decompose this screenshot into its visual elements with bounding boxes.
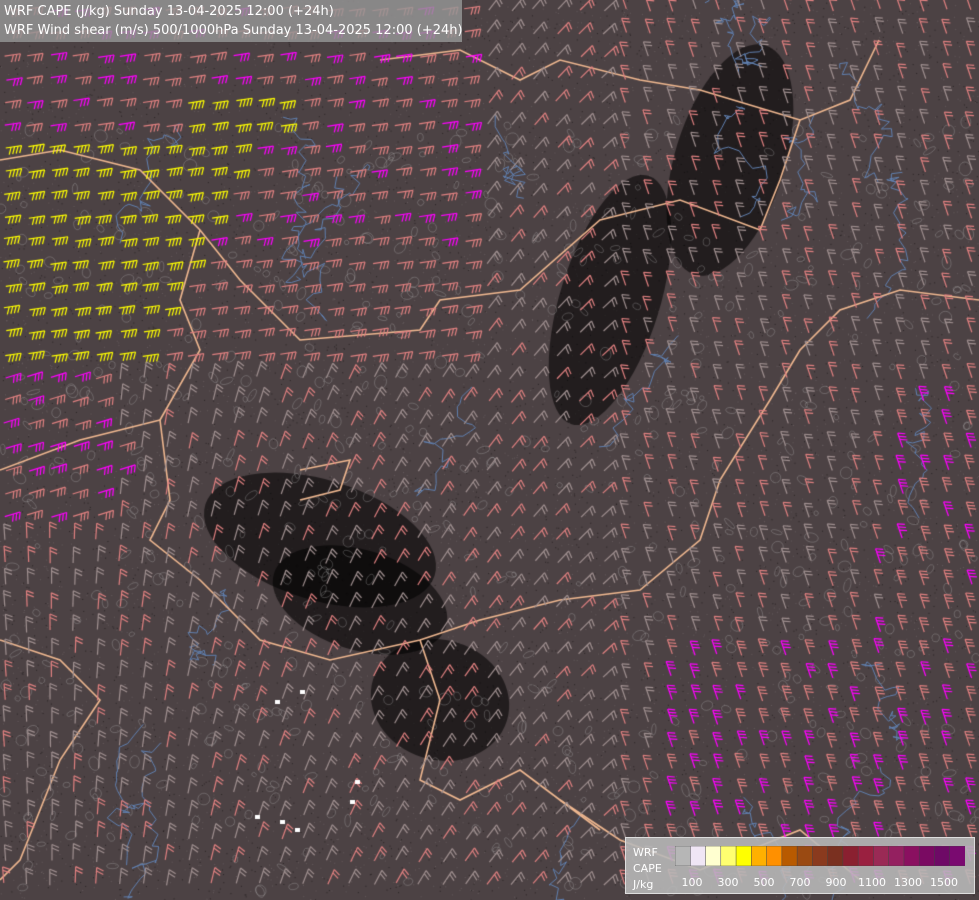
- legend-swatch: [751, 846, 768, 866]
- legend-swatch: [720, 846, 737, 866]
- legend-title-cape: CAPE: [633, 862, 662, 875]
- legend-swatch: [949, 846, 965, 866]
- legend-swatch: [842, 846, 859, 866]
- legend-swatch: [781, 846, 798, 866]
- legend-tick: 900: [825, 876, 847, 889]
- legend-unit: J/kg: [633, 878, 654, 891]
- legend-swatch: [827, 846, 844, 866]
- legend-swatch: [690, 846, 707, 866]
- legend-title-wrf: WRF: [633, 846, 658, 859]
- legend-swatch: [888, 846, 905, 866]
- legend-swatch: [796, 846, 814, 866]
- legend-swatch: [857, 846, 875, 866]
- legend-tick: 1500: [930, 876, 958, 889]
- legend-swatch: [735, 846, 753, 866]
- legend-tick: 1100: [858, 876, 886, 889]
- legend-tick: 100: [681, 876, 703, 889]
- legend-tick: 1300: [894, 876, 922, 889]
- legend-tick: 700: [789, 876, 811, 889]
- legend-tick: 500: [753, 876, 775, 889]
- shear-title-line: WRF Wind shear (m/s) 500/1000hPa Sunday …: [4, 23, 463, 38]
- legend-swatch: [918, 846, 936, 866]
- legend-swatch: [873, 846, 890, 866]
- map-title: WRF CAPE (J/kg) Sunday 13-04-2025 12:00 …: [0, 0, 463, 42]
- legend-swatch: [934, 846, 951, 866]
- weather-map: [0, 0, 979, 900]
- legend-tick: 300: [717, 876, 739, 889]
- legend-swatch: [705, 846, 722, 866]
- legend-swatch: [766, 846, 783, 866]
- legend-swatch: [675, 846, 692, 866]
- legend-swatch: [903, 846, 920, 866]
- legend-color-scale: [675, 846, 965, 866]
- legend-swatch: [812, 846, 829, 866]
- cape-legend: WRF CAPE J/kg 100 300 500 700 900 1100 1…: [625, 837, 975, 894]
- cape-title-line: WRF CAPE (J/kg) Sunday 13-04-2025 12:00 …: [4, 4, 334, 19]
